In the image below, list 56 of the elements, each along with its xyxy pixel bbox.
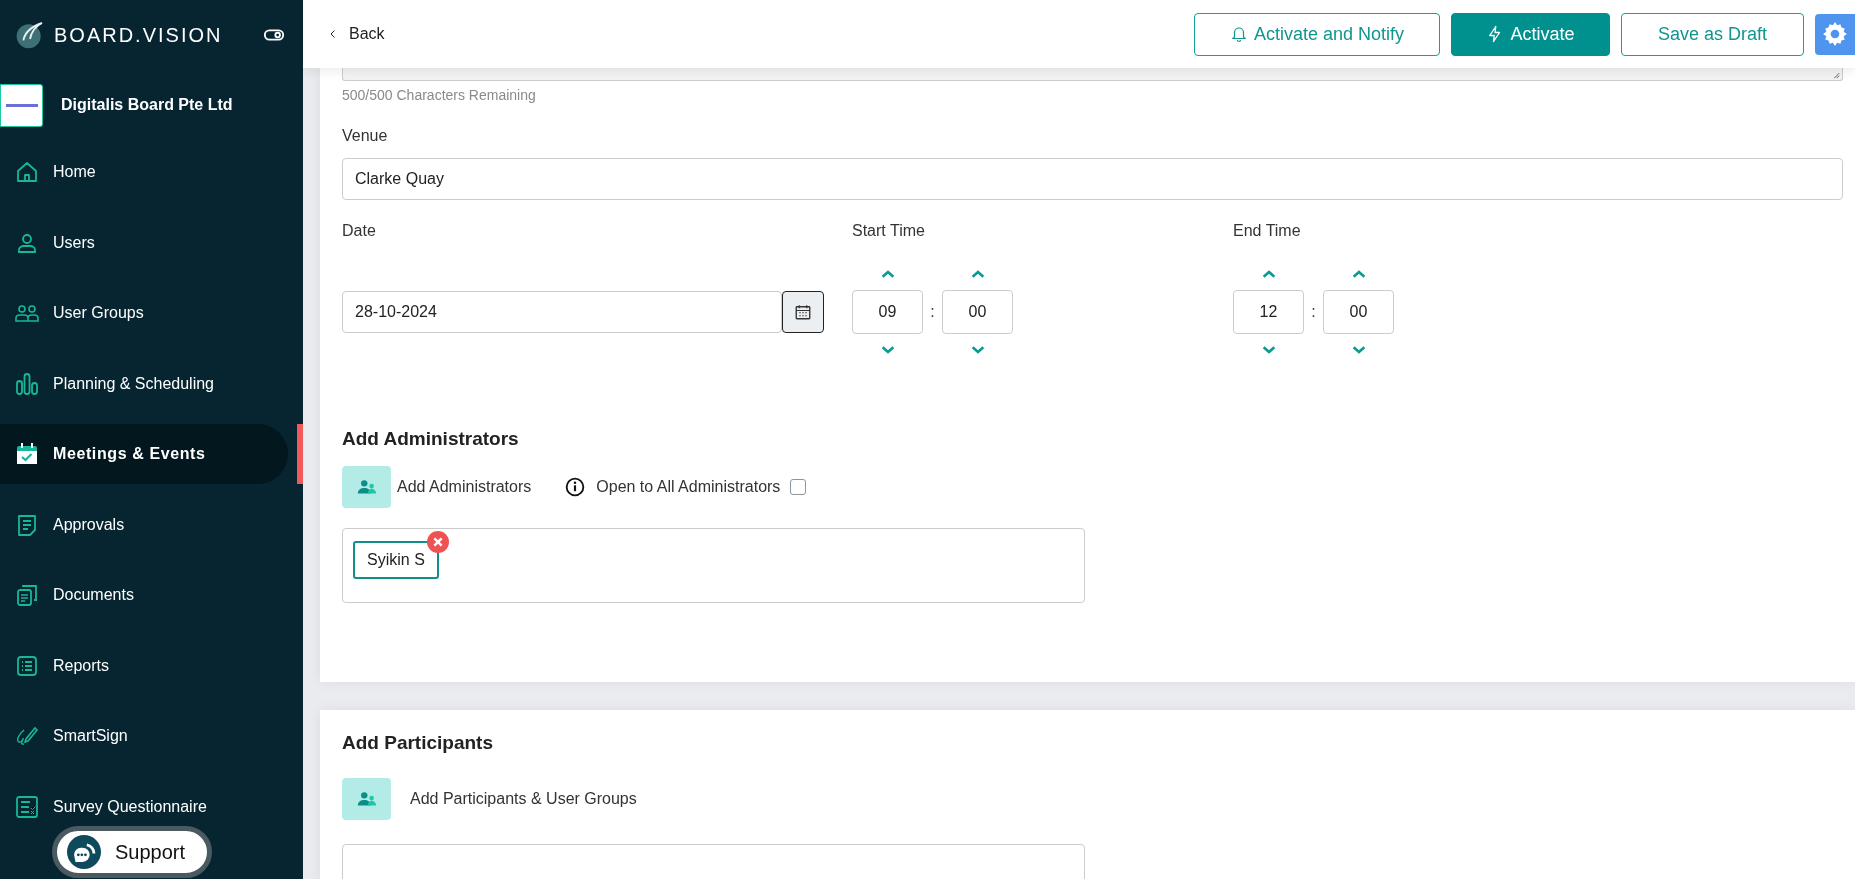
list-icon [15,653,39,678]
organization-logo [0,83,43,127]
checkbox[interactable] [790,479,807,495]
sidebar-item[interactable]: Planning & Scheduling [0,353,288,414]
action-button[interactable]: Activate and Notify [1194,12,1440,56]
close-icon[interactable] [426,531,449,553]
active-indicator [297,424,303,484]
time-field[interactable]: 09 [852,290,923,334]
bars-icon [15,371,39,396]
calendar-icon [794,303,812,321]
calendar-button[interactable] [782,291,824,333]
time-field[interactable]: 12 [1233,290,1304,334]
sidebar-item[interactable]: SmartSign [0,706,288,766]
back-link[interactable]: Back [327,25,385,43]
sidebar-item[interactable]: User Groups [0,283,288,343]
organization-name: Digitalis Board Pte Ltd [61,96,233,114]
add-participants-button[interactable] [342,778,391,820]
add-label: Add Administrators [397,478,532,496]
sidebar-item[interactable]: Approvals [0,494,288,555]
note-icon [15,512,39,537]
chat-icon [67,835,101,869]
character-count: 500/500 Characters Remaining [342,87,537,103]
section-heading: Add Administrators [342,428,520,450]
bell-icon [1229,25,1248,43]
sidebar-item[interactable]: Survey Questionnaire [0,788,288,825]
time-field[interactable]: 00 [942,290,1013,334]
field-label: Date [342,222,376,240]
field-label: End Time [1233,222,1301,240]
pen-icon [15,724,39,748]
sidebar-item[interactable]: Reports [0,635,288,696]
administrators-field[interactable]: Syikin S [342,528,1085,603]
time-separator: : [1310,303,1317,321]
home-icon [15,160,39,184]
add-label: Add Participants & User Groups [410,790,637,808]
sidebar-item[interactable]: Home [0,142,288,202]
sidebar-item[interactable]: Documents [0,565,288,625]
time-field[interactable]: 00 [1323,290,1394,334]
venue-field[interactable]: Clarke Quay [342,158,1843,200]
docs-icon [15,583,39,607]
section-heading: Add Participants [342,732,494,754]
settings-icon [1822,21,1848,47]
support-button[interactable]: Support [52,826,212,878]
time-separator: : [929,303,936,321]
action-button[interactable]: Save as Draft [1621,12,1804,56]
checkbox-label: Open to All Administrators [596,478,781,496]
action-button[interactable]: Activate [1451,12,1610,56]
date-field[interactable]: 28-10-2024 [342,291,782,333]
calendar-icon [15,442,39,466]
field-label: Venue [342,127,388,145]
field-label: Start Time [852,222,925,240]
info-icon [565,477,586,497]
add-administrators-button[interactable] [342,466,391,508]
settings-button[interactable] [1815,13,1855,55]
brand-name: BOARD.VISION [54,23,223,47]
sidebar-item[interactable]: Users [0,212,288,273]
survey-icon [15,794,39,819]
